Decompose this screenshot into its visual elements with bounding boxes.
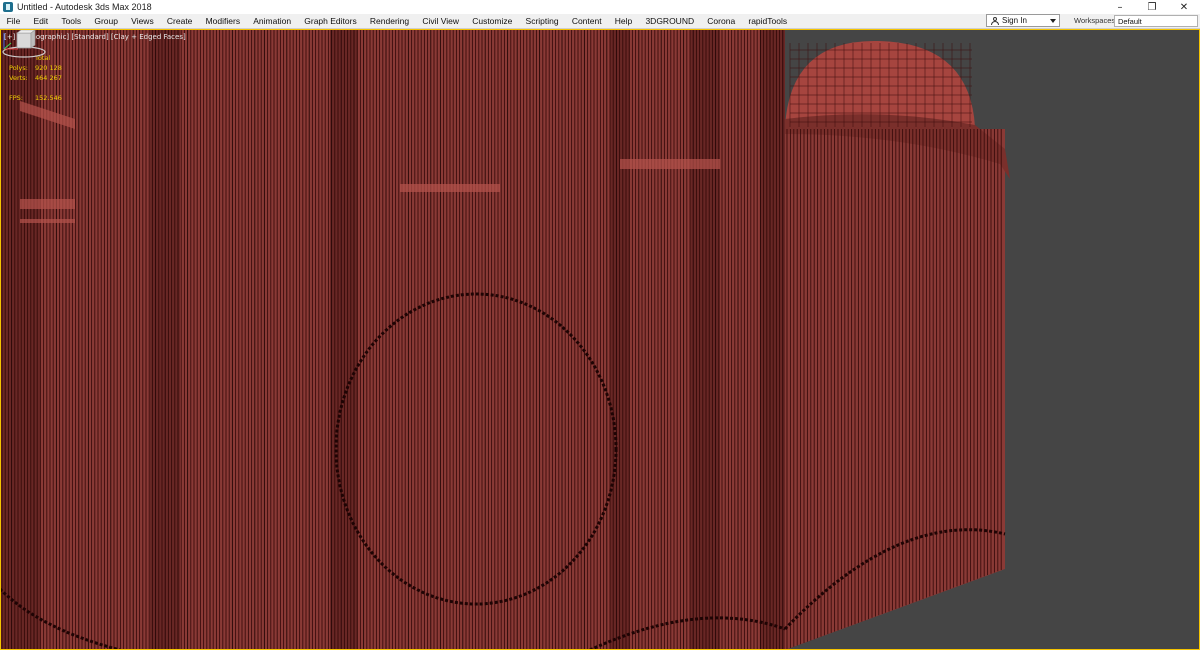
3dsmax-app-icon[interactable]: [3, 2, 13, 12]
menu-item-customize[interactable]: Customize: [466, 16, 519, 26]
menu-item-corona[interactable]: Corona: [701, 16, 742, 26]
menu-item-content[interactable]: Content: [565, 16, 608, 26]
menu-item-rendering[interactable]: Rendering: [363, 16, 415, 26]
chevron-down-icon: [1050, 19, 1056, 23]
fps-value: 152.546: [35, 94, 62, 102]
frame-band-1: [20, 219, 75, 223]
frame-band-0: [20, 199, 75, 209]
shadow-band-3: [610, 29, 630, 650]
menu-item-file[interactable]: File: [0, 16, 27, 26]
menu-item-create[interactable]: Create: [160, 16, 199, 26]
shadow-band-2: [330, 29, 358, 650]
menu-item-tools[interactable]: Tools: [55, 16, 88, 26]
menu-item-modifiers[interactable]: Modifiers: [199, 16, 247, 26]
menu-bar: File Edit Tools Group Views Create Modifiers An…: [0, 14, 1200, 29]
user-icon: [991, 16, 999, 25]
viewport-statistics: Total Polys: 920 128 Verts: 464 267 FPS: 15…: [9, 53, 62, 103]
verts-label: Verts:: [9, 74, 28, 82]
menu-item-rapidtools[interactable]: rapidTools: [742, 16, 794, 26]
title-bar: Untitled - Autodesk 3ds Max 2018 – ❐ ✕: [0, 0, 1200, 14]
verts-value: 464 267: [35, 74, 62, 82]
polys-value: 920 128: [35, 64, 62, 72]
menu-item-views[interactable]: Views: [125, 16, 161, 26]
workspaces-label: Workspaces:: [1074, 16, 1118, 25]
shadow-band-5: [760, 29, 785, 650]
menu-item-animation[interactable]: Animation: [247, 16, 298, 26]
shadow-band-0: [0, 29, 40, 650]
frame-band-3: [620, 159, 720, 169]
frame-band-2: [400, 184, 500, 192]
viewport-scene: [0, 29, 1010, 650]
shadow-band-1: [150, 29, 180, 650]
close-button[interactable]: ✕: [1168, 0, 1200, 14]
window-title: Untitled - Autodesk 3ds Max 2018: [17, 2, 152, 12]
sign-in-dropdown[interactable]: Sign In: [986, 14, 1060, 27]
shadow-band-4: [690, 29, 720, 650]
axis-tripod-icon: [3, 33, 18, 50]
menu-item-group[interactable]: Group: [88, 16, 125, 26]
menu-item-help[interactable]: Help: [608, 16, 639, 26]
window-controls: – ❐ ✕: [1104, 0, 1200, 14]
polys-label: Polys:: [9, 64, 28, 72]
menu-item-civil-view[interactable]: Civil View: [416, 16, 466, 26]
fps-label: FPS:: [9, 94, 23, 102]
restore-button[interactable]: ❐: [1136, 0, 1168, 14]
sign-in-label: Sign In: [1002, 16, 1027, 25]
workspace-select[interactable]: Default: [1114, 15, 1198, 27]
minimize-button[interactable]: –: [1104, 0, 1136, 14]
menu-item-edit[interactable]: Edit: [27, 16, 55, 26]
menu-item-scripting[interactable]: Scripting: [519, 16, 565, 26]
menu-item-graph-editors[interactable]: Graph Editors: [298, 16, 364, 26]
menu-item-3dground[interactable]: 3DGROUND: [639, 16, 701, 26]
menu-items: File Edit Tools Group Views Create Modifiers An…: [0, 16, 794, 26]
perspective-viewport[interactable]: [+] [Orthographic] [Standard] [Clay + Ed…: [0, 29, 1200, 650]
